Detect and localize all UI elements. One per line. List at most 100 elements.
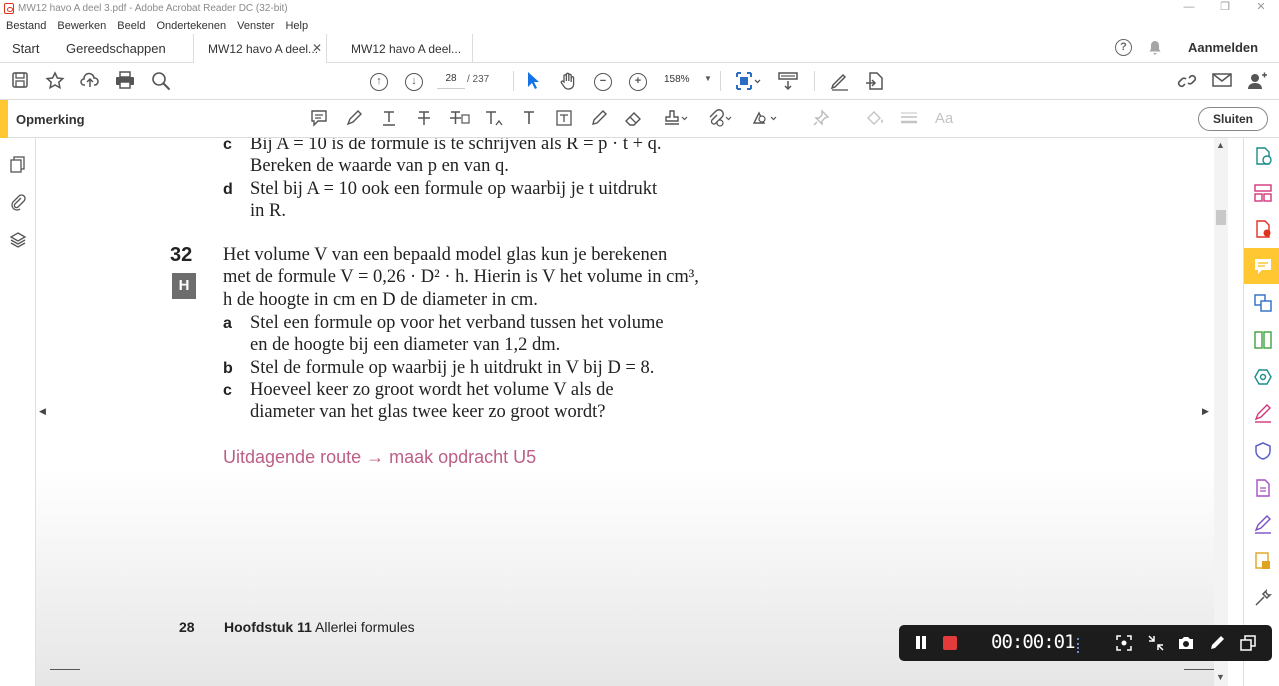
scroll-up-icon[interactable]: ▲ <box>1216 140 1225 150</box>
question-intro-line: Het volume V van een bepaald model glas … <box>223 245 668 265</box>
page-thumbnails-icon[interactable] <box>9 156 27 174</box>
camera-icon[interactable] <box>1177 634 1195 652</box>
tab-document-other[interactable]: MW12 havo A deel... <box>337 34 473 63</box>
protect-shield-icon[interactable] <box>1253 441 1273 461</box>
question-line: in R. <box>250 201 286 221</box>
zoom-in-icon[interactable]: + <box>629 73 647 91</box>
scrollbar-thumb[interactable] <box>1216 210 1226 225</box>
sticky-note-icon[interactable] <box>309 109 329 129</box>
menu-item-help[interactable]: Help <box>285 20 308 32</box>
pencil-draw-icon[interactable] <box>589 109 609 129</box>
zoom-select[interactable]: 158% <box>664 74 690 85</box>
next-page-arrow-icon[interactable]: ▶ <box>1202 406 1209 417</box>
more-tools-icon[interactable] <box>1253 588 1273 608</box>
help-icon[interactable]: ? <box>1115 39 1132 56</box>
pause-recording-icon[interactable] <box>916 636 920 649</box>
scroll-down-icon[interactable]: ▼ <box>1216 672 1225 682</box>
close-tab-icon[interactable]: ✕ <box>312 41 322 55</box>
compare-files-icon[interactable] <box>1253 330 1273 350</box>
organize-pages-icon[interactable] <box>1253 183 1273 203</box>
toolbar-divider <box>720 71 721 91</box>
menu-item-bewerken[interactable]: Bewerken <box>57 20 106 32</box>
chevron-down-icon[interactable]: ▼ <box>704 74 712 83</box>
comment-toolbar: Opmerking Aa <box>0 100 1279 138</box>
combine-files-icon[interactable] <box>1253 293 1273 313</box>
screenshot-region-icon[interactable] <box>1115 634 1133 652</box>
eraser-icon[interactable] <box>624 109 644 129</box>
tab-tools[interactable]: Gereedschappen <box>66 41 166 56</box>
previous-page-arrow-icon[interactable]: ◀ <box>39 406 46 417</box>
replace-text-icon[interactable] <box>449 109 470 129</box>
tab-document-label: MW12 havo A deel... <box>208 41 319 56</box>
menu-item-beeld[interactable]: Beeld <box>117 20 145 32</box>
fill-sign-icon[interactable] <box>1253 404 1273 424</box>
page-fit-icon[interactable] <box>735 71 761 93</box>
close-window-button[interactable]: ✕ <box>1243 0 1279 17</box>
minimize-button[interactable]: — <box>1171 0 1207 17</box>
text-box-icon[interactable] <box>554 109 574 129</box>
print-icon[interactable] <box>114 71 136 93</box>
stop-recording-icon[interactable] <box>943 636 957 650</box>
sign-pen-icon[interactable] <box>829 71 851 93</box>
export-pdf-icon[interactable] <box>1253 146 1273 166</box>
save-icon[interactable] <box>9 71 31 93</box>
question-intro-line: met de formule V = 0,26 · D² · h. Hierin… <box>223 267 699 287</box>
comment-tool-icon[interactable] <box>1253 256 1273 276</box>
text-size-icon: Aa <box>934 110 954 127</box>
create-pdf-icon[interactable] <box>1253 219 1273 239</box>
request-signature-icon[interactable] <box>1253 515 1273 535</box>
insert-text-icon[interactable] <box>484 109 504 129</box>
share-fill-sign-icon[interactable] <box>864 71 886 93</box>
main-toolbar: ↑ ↓ − + <box>0 63 1279 100</box>
tab-start[interactable]: Start <box>12 41 39 56</box>
part-letter: b <box>223 360 233 377</box>
notification-bell-icon[interactable] <box>1148 40 1162 59</box>
menu-item-ondertekenen[interactable]: Ondertekenen <box>156 20 226 32</box>
attach-file-icon[interactable] <box>706 109 732 129</box>
chapter-title: Allerlei formules <box>311 619 415 635</box>
sign-in-link[interactable]: Aanmelden <box>1188 40 1258 55</box>
select-cursor-icon[interactable] <box>522 71 544 93</box>
minimize-recorder-icon[interactable] <box>1147 634 1165 652</box>
page-total-label: / 237 <box>467 74 490 85</box>
menu-item-venster[interactable]: Venster <box>237 20 274 32</box>
highlight-pen-icon[interactable] <box>344 109 364 129</box>
previous-page-icon[interactable]: ↑ <box>370 73 388 91</box>
part-letter: d <box>223 181 233 198</box>
stamp-icon[interactable] <box>662 109 688 129</box>
fill-color-icon <box>864 109 884 129</box>
search-icon[interactable] <box>150 71 172 93</box>
email-icon[interactable] <box>1211 71 1233 93</box>
close-comment-button[interactable]: Sluiten <box>1198 107 1268 131</box>
hand-tool-icon[interactable] <box>557 71 579 93</box>
challenge-route-link[interactable]: Uitdagende route → maak opdracht U5 <box>223 447 536 468</box>
menu-item-bestand[interactable]: Bestand <box>6 20 46 32</box>
annotate-pen-icon[interactable] <box>1208 634 1226 652</box>
strikethrough-text-icon[interactable] <box>414 109 434 129</box>
link-icon[interactable] <box>1176 71 1198 93</box>
page-number-input[interactable]: 28 <box>437 73 465 89</box>
prepare-form-icon[interactable] <box>1253 478 1273 498</box>
bookmark-star-icon[interactable] <box>44 71 66 93</box>
screen-recorder-bar: 00:00:01 <box>899 625 1272 661</box>
scan-ocr-icon[interactable] <box>1253 367 1273 387</box>
scroll-mode-icon[interactable] <box>777 71 799 93</box>
cloud-upload-icon[interactable] <box>79 71 101 93</box>
layers-icon[interactable] <box>9 231 27 249</box>
line-weight-icon <box>899 109 919 129</box>
add-text-icon[interactable] <box>519 109 539 129</box>
document-view[interactable]: c Bij A = 10 is de formule is te schrijv… <box>36 138 1228 686</box>
attachment-paperclip-icon[interactable] <box>9 193 27 211</box>
certificates-icon[interactable] <box>1253 551 1273 571</box>
zoom-out-icon[interactable]: − <box>594 73 612 91</box>
next-page-icon[interactable]: ↓ <box>405 73 423 91</box>
maximize-button[interactable]: ❐ <box>1207 0 1243 17</box>
tab-document-label: MW12 havo A deel... <box>351 41 462 56</box>
tab-document-active[interactable]: MW12 havo A deel... ✕ <box>193 34 327 63</box>
question-line: Stel een formule op voor het verband tus… <box>250 313 664 333</box>
shapes-icon[interactable] <box>751 109 777 129</box>
underline-text-icon[interactable] <box>379 109 399 129</box>
share-user-icon[interactable] <box>1246 71 1268 93</box>
expand-window-icon[interactable] <box>1239 634 1257 652</box>
vertical-scrollbar[interactable]: ▲ ▼ <box>1214 138 1228 686</box>
